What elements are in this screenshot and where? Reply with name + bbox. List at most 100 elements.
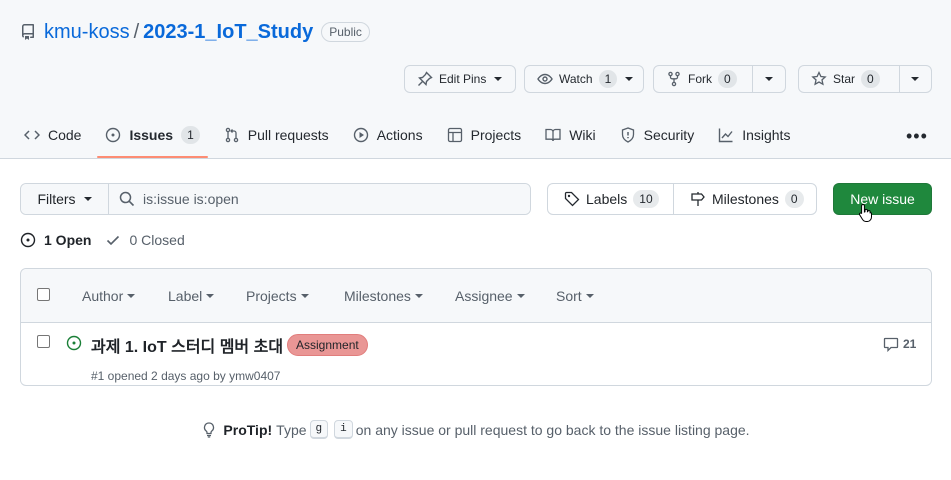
hand-cursor-icon [858, 203, 874, 226]
chevron-down-icon [585, 294, 594, 298]
issue-row: 과제 1. IoT 스터디 멤버 초대 Assignment #1 opened… [21, 323, 931, 386]
repo-forked-icon [666, 71, 682, 87]
tab-label: Projects [470, 127, 522, 143]
issue-opened-icon [66, 335, 82, 351]
sort-filter[interactable]: Sort [556, 288, 594, 304]
light-bulb-icon [201, 421, 217, 438]
labels-milestones-group: Labels 10 Milestones 0 [547, 183, 817, 215]
select-all-checkbox[interactable] [37, 288, 50, 301]
tab-wiki[interactable]: Wiki [537, 118, 603, 152]
chevron-down-icon [206, 294, 215, 298]
chevron-down-icon [516, 294, 525, 298]
filter-bar: Filters [20, 183, 531, 215]
repo-name-link[interactable]: 2023-1_IoT_Study [143, 21, 313, 44]
fork-label: Fork [688, 72, 712, 86]
edit-pins-button[interactable]: Edit Pins [404, 65, 516, 93]
tab-projects[interactable]: Projects [439, 118, 530, 152]
milestones-count: 0 [784, 190, 804, 208]
issue-title-link[interactable]: 과제 1. IoT 스터디 멤버 초대 [91, 333, 283, 357]
watch-count: 1 [598, 70, 618, 88]
milestones-filter-label: Milestones [344, 288, 411, 304]
issue-meta: #1 opened 2 days ago by ymw0407 [91, 369, 281, 383]
fork-button-group: Fork 0 [653, 65, 786, 93]
labels-button[interactable]: Labels 10 [548, 184, 673, 214]
protip-after: on any issue or pull request to go back … [355, 421, 750, 438]
chevron-down-icon [494, 77, 503, 81]
issue-checkbox[interactable] [37, 335, 50, 348]
watch-button[interactable]: Watch 1 [524, 65, 644, 93]
chevron-down-icon [625, 77, 634, 81]
play-icon [353, 127, 369, 143]
tab-label: Security [643, 127, 695, 143]
git-pull-request-icon [224, 127, 240, 143]
issue-opened-icon [105, 127, 121, 143]
star-button[interactable]: Star 0 [799, 66, 899, 92]
projects-filter[interactable]: Projects [246, 288, 309, 304]
check-icon [105, 232, 121, 248]
tab-label: Pull requests [247, 127, 329, 143]
tab-label: Insights [742, 127, 791, 143]
eye-icon [537, 71, 553, 87]
tab-actions[interactable]: Actions [345, 118, 431, 152]
star-dropdown[interactable] [900, 66, 930, 92]
new-issue-button[interactable]: New issue [833, 183, 932, 215]
fork-count: 0 [718, 70, 737, 88]
issues-list: Author Label Projects Milestones Assigne… [20, 268, 932, 386]
repo-owner-link[interactable]: kmu-koss [44, 21, 130, 44]
tab-insights[interactable]: Insights [710, 118, 798, 152]
protip: ProTip! Type g i on any issue or pull re… [0, 420, 951, 439]
fork-dropdown[interactable] [753, 66, 785, 92]
pin-icon [417, 71, 433, 87]
milestones-button[interactable]: Milestones 0 [674, 184, 816, 214]
chevron-down-icon [414, 294, 423, 298]
tab-issues[interactable]: Issues 1 [97, 118, 209, 158]
comments-link[interactable]: 21 [883, 336, 916, 352]
filters-button[interactable]: Filters [21, 184, 109, 214]
repo-nav: Code Issues 1 Pull requests Actions Proj… [16, 118, 806, 158]
sort-filter-label: Sort [556, 288, 582, 304]
chevron-down-icon [300, 294, 309, 298]
chevron-down-icon [83, 197, 92, 201]
more-menu-icon[interactable]: ••• [906, 126, 928, 147]
issue-label[interactable]: Assignment [287, 334, 368, 356]
visibility-badge: Public [321, 22, 370, 42]
book-icon [545, 127, 561, 143]
search-field [109, 184, 530, 214]
author-filter[interactable]: Author [82, 288, 136, 304]
shield-icon [620, 127, 636, 143]
label-filter[interactable]: Label [168, 288, 215, 304]
table-icon [447, 127, 463, 143]
author-filter-label: Author [82, 288, 124, 304]
edit-pins-label: Edit Pins [439, 72, 487, 86]
shortcut-key-g: g [309, 420, 329, 439]
closed-issues-link[interactable]: 0 Closed [105, 232, 185, 248]
tag-icon [564, 191, 580, 207]
closed-count-label: 0 Closed [129, 232, 185, 248]
repo-header: kmu-koss / 2023-1_IoT_Study Public Edit … [0, 0, 951, 159]
open-issues-link[interactable]: 1 Open [20, 232, 91, 248]
protip-lead: ProTip! [223, 421, 273, 438]
search-icon [119, 191, 135, 207]
repo-title: kmu-koss / 2023-1_IoT_Study Public [20, 20, 370, 44]
tab-label: Code [48, 127, 82, 143]
tab-code[interactable]: Code [16, 118, 89, 152]
tab-pull-requests[interactable]: Pull requests [216, 118, 337, 152]
milestones-label: Milestones [712, 191, 779, 207]
milestones-filter[interactable]: Milestones [344, 288, 423, 304]
open-count-label: 1 Open [44, 232, 92, 248]
assignee-filter-label: Assignee [455, 288, 513, 304]
issues-count: 1 [181, 126, 200, 144]
star-button-group: Star 0 [798, 65, 932, 93]
watch-label: Watch [559, 72, 593, 86]
tab-label: Issues [129, 127, 174, 143]
chevron-down-icon [911, 77, 919, 81]
search-input[interactable] [143, 191, 503, 207]
filters-label: Filters [37, 191, 76, 207]
shortcut-key-i: i [334, 420, 353, 439]
star-icon [811, 71, 827, 87]
fork-button[interactable]: Fork 0 [654, 66, 752, 92]
assignee-filter[interactable]: Assignee [455, 288, 525, 304]
chevron-down-icon [765, 77, 773, 81]
tab-security[interactable]: Security [612, 118, 703, 152]
chevron-down-icon [127, 294, 136, 298]
